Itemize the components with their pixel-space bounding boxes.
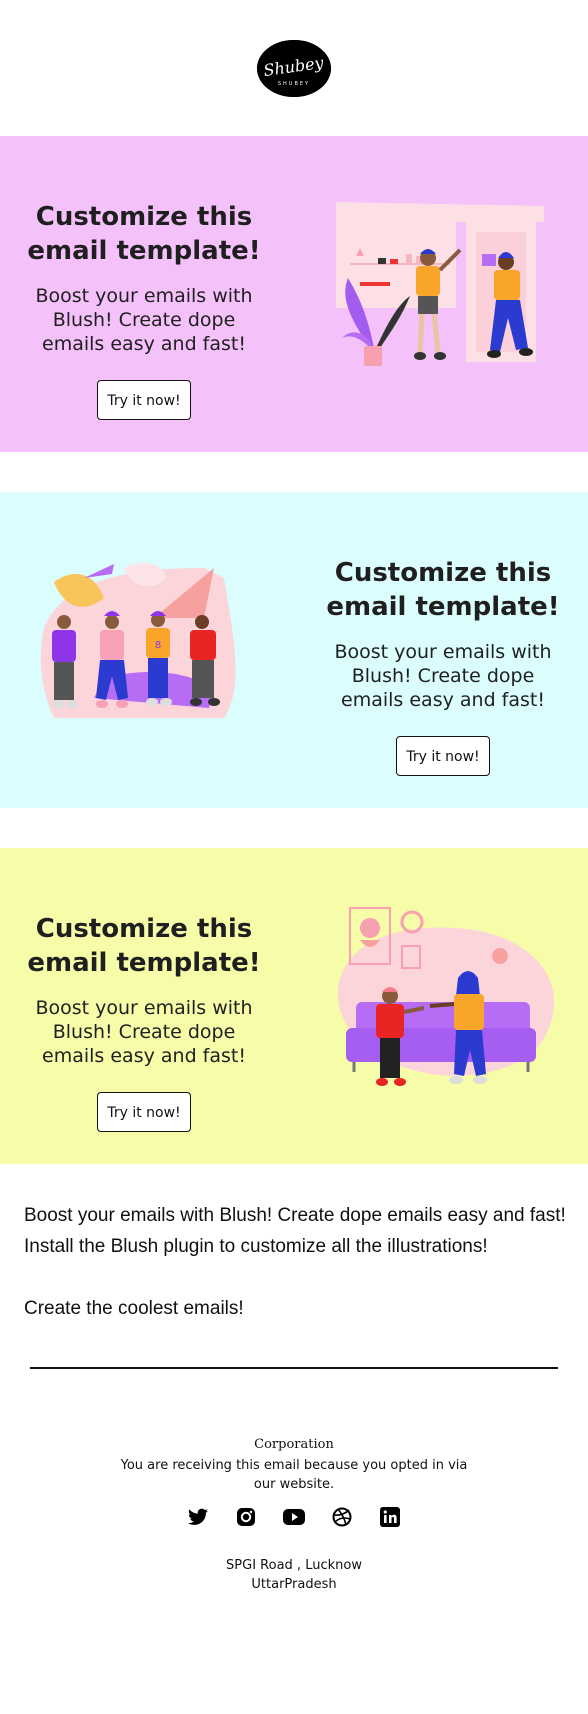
email-page: Shubey SHUBEY Customize this email templ… [0, 0, 588, 1714]
hero-title: Customize this email template! [326, 558, 560, 622]
hero-title: Customize this email template! [27, 202, 261, 266]
address-line-2: UttarPradesh [251, 1577, 337, 1592]
illustration-group-friends: 8 [34, 558, 254, 738]
brand-logo[interactable]: Shubey SHUBEY [257, 40, 331, 97]
linkedin-icon[interactable] [377, 1504, 403, 1530]
hero-title: Customize this email template! [27, 914, 261, 978]
dribbble-icon[interactable] [329, 1504, 355, 1530]
illustration-sofa-friends [334, 904, 558, 1100]
address-line-1: SPGI Road , Lucknow [226, 1558, 362, 1573]
address: SPGI Road , Lucknow UttarPradesh [0, 1556, 588, 1594]
hero-text-2: Customize this email template! Boost you… [318, 556, 568, 776]
try-it-now-button[interactable]: Try it now! [396, 736, 490, 776]
try-it-now-button[interactable]: Try it now! [97, 1092, 191, 1132]
hero-text-1: Customize this email template! Boost you… [19, 200, 269, 420]
hero-section-3: Customize this email template! Boost you… [0, 848, 588, 1164]
hero-subtitle: Boost your emails with Blush! Create dop… [35, 997, 253, 1067]
hero-subtitle: Boost your emails with Blush! Create dop… [334, 641, 552, 711]
header: Shubey SHUBEY [0, 0, 588, 136]
optin-notice: You are receiving this email because you… [120, 1458, 468, 1492]
svg-text:8: 8 [155, 640, 161, 651]
hero-section-1: Customize this email template! Boost you… [0, 136, 588, 452]
footer: Corporation You are receiving this email… [0, 1436, 588, 1594]
svg-text:SHUBEY: SHUBEY [278, 81, 310, 87]
body-line-1: Boost your emails with Blush! Create dop… [24, 1205, 566, 1226]
hero-subtitle: Boost your emails with Blush! Create dop… [35, 285, 253, 355]
divider [30, 1367, 558, 1369]
youtube-icon[interactable] [281, 1504, 307, 1530]
social-links [0, 1504, 588, 1534]
try-it-now-button[interactable]: Try it now! [97, 380, 191, 420]
hero-text-3: Customize this email template! Boost you… [19, 912, 269, 1132]
twitter-icon[interactable] [185, 1504, 211, 1530]
instagram-icon[interactable] [233, 1504, 259, 1530]
illustration-shop-people [330, 198, 562, 394]
company-name: Corporation [254, 1437, 334, 1452]
body-line-2: Install the Blush plugin to customize al… [24, 1236, 488, 1257]
hero-section-2: 8 Customize this email template! Boost y… [0, 492, 588, 808]
body-line-3: Create the coolest emails! [24, 1298, 244, 1319]
body-copy: Boost your emails with Blush! Create dop… [24, 1200, 584, 1324]
